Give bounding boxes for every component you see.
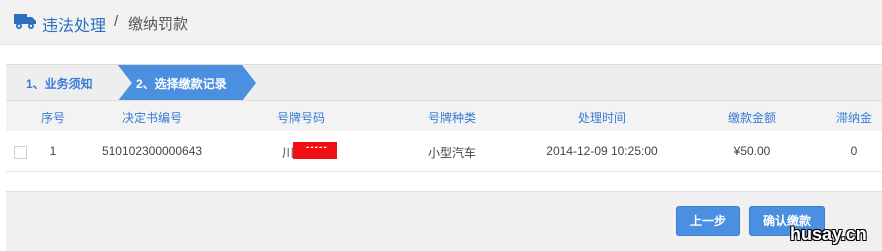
column-header-amount: 缴款金额 — [727, 111, 777, 125]
table-row[interactable]: 1 510102300000643 川 ----- 小型汽车 2014-12-0… — [6, 131, 882, 172]
cell-plate-type: 小型汽车 — [427, 146, 477, 160]
header-bar: 违法处理 / 缴纳罚款 — [0, 0, 882, 45]
column-header-decision-no: 决定书编号 — [121, 111, 183, 125]
step-1-label: 1、业务须知 — [26, 77, 93, 91]
column-header-late-fee: 滞纳金 — [835, 111, 873, 125]
column-header-index: 序号 — [40, 111, 66, 125]
prev-step-button[interactable]: 上一步 — [676, 206, 740, 236]
column-header-plate-type: 号牌种类 — [427, 111, 477, 125]
cell-plate-redacted: ----- — [306, 142, 328, 153]
watermark: husay.cn — [790, 224, 867, 244]
cell-amount: ¥50.00 — [733, 144, 771, 158]
cell-index: 1 — [49, 144, 57, 158]
column-header-plate-no: 号牌号码 — [276, 111, 326, 125]
step-indicator: 1、业务须知 2、选择缴款记录 — [6, 64, 882, 101]
action-bar: 上一步 确认缴款 — [6, 191, 882, 251]
cell-decision-no: 510102300000643 — [101, 144, 203, 158]
breadcrumb-current: 缴纳罚款 — [128, 16, 189, 33]
row-checkbox[interactable] — [14, 146, 27, 159]
column-header-time: 处理时间 — [577, 111, 627, 125]
step-2-label: 2、选择缴款记录 — [136, 77, 227, 91]
cell-late-fee: 0 — [850, 144, 858, 158]
truck-icon — [14, 14, 36, 29]
table-header: 序号 决定书编号 号牌号码 号牌种类 处理时间 缴款金额 滞纳金 — [6, 100, 882, 132]
breadcrumb-separator: / — [114, 13, 119, 30]
cell-time: 2014-12-09 10:25:00 — [546, 144, 658, 158]
breadcrumb-main[interactable]: 违法处理 — [42, 12, 106, 36]
